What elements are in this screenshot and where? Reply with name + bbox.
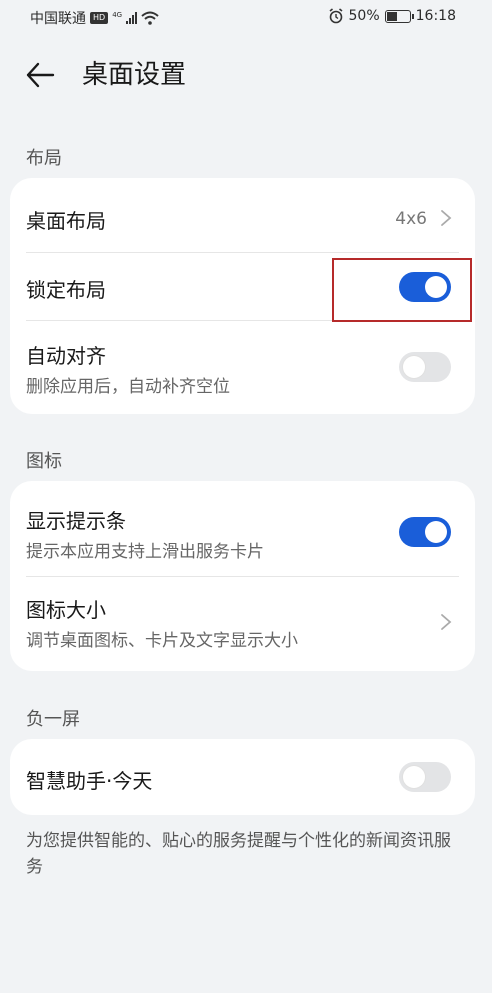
alarm-icon	[329, 8, 343, 24]
row-show-hint-bar[interactable]: 显示提示条 提示本应用支持上滑出服务卡片	[10, 481, 475, 576]
row-subtitle-show-hint-bar: 提示本应用支持上滑出服务卡片	[26, 542, 264, 562]
chevron-right-icon	[441, 614, 452, 630]
status-right: 50% 16:18	[328, 8, 456, 24]
toggle-knob	[403, 356, 425, 378]
section-label-icons: 图标	[26, 451, 62, 472]
toggle-knob	[403, 766, 425, 788]
row-desktop-layout[interactable]: 桌面布局 4x6	[10, 178, 475, 252]
show-hint-bar-toggle[interactable]	[399, 517, 451, 547]
carrier-name: 中国联通	[30, 11, 86, 27]
row-smart-assistant[interactable]: 智慧助手·今天	[10, 739, 475, 815]
screen: 中国联通 HD 4G 50% 16:18 桌面设置 布局 桌面布局 4x6 锁定…	[0, 0, 492, 993]
battery-icon	[384, 9, 414, 23]
toggle-knob	[425, 521, 447, 543]
footer-note: 为您提供智能的、贴心的服务提醒与个性化的新闻资讯服务	[26, 831, 451, 877]
row-title-icon-size: 图标大小	[26, 598, 106, 622]
page-title: 桌面设置	[82, 60, 187, 90]
signal-icon	[126, 12, 138, 24]
back-button[interactable]	[22, 57, 58, 93]
smart-assistant-toggle[interactable]	[399, 762, 451, 792]
row-title-smart-assistant: 智慧助手·今天	[26, 769, 153, 793]
highlight-box	[332, 258, 472, 322]
row-title-lock-layout: 锁定布局	[26, 278, 106, 302]
row-title-desktop-layout: 桌面布局	[26, 209, 106, 233]
row-title-show-hint-bar: 显示提示条	[26, 509, 126, 533]
wifi-icon	[141, 11, 159, 25]
arrow-left-icon	[26, 62, 55, 88]
minus-one-card: 智慧助手·今天	[10, 739, 475, 815]
row-auto-align[interactable]: 自动对齐 删除应用后，自动补齐空位	[10, 320, 475, 414]
section-label-layout: 布局	[26, 148, 62, 169]
row-icon-size[interactable]: 图标大小 调节桌面图标、卡片及文字显示大小	[10, 576, 475, 671]
auto-align-toggle[interactable]	[399, 352, 451, 382]
hd-badge: HD	[90, 12, 109, 24]
header: 桌面设置	[0, 55, 492, 95]
row-subtitle-icon-size: 调节桌面图标、卡片及文字显示大小	[26, 631, 298, 651]
desktop-layout-value: 4x6	[395, 209, 427, 229]
network-type: 4G	[112, 11, 123, 19]
row-subtitle-auto-align: 删除应用后，自动补齐空位	[26, 377, 230, 397]
battery-percent: 50%	[348, 8, 380, 24]
clock: 16:18	[415, 8, 456, 24]
icons-card: 显示提示条 提示本应用支持上滑出服务卡片 图标大小 调节桌面图标、卡片及文字显示…	[10, 481, 475, 671]
row-title-auto-align: 自动对齐	[26, 344, 106, 368]
status-left: 中国联通 HD 4G	[30, 8, 159, 28]
section-label-minus-one: 负一屏	[26, 709, 80, 730]
status-bar: 中国联通 HD 4G 50% 16:18	[0, 0, 492, 34]
chevron-right-icon	[441, 210, 452, 226]
battery-fill	[386, 11, 398, 21]
